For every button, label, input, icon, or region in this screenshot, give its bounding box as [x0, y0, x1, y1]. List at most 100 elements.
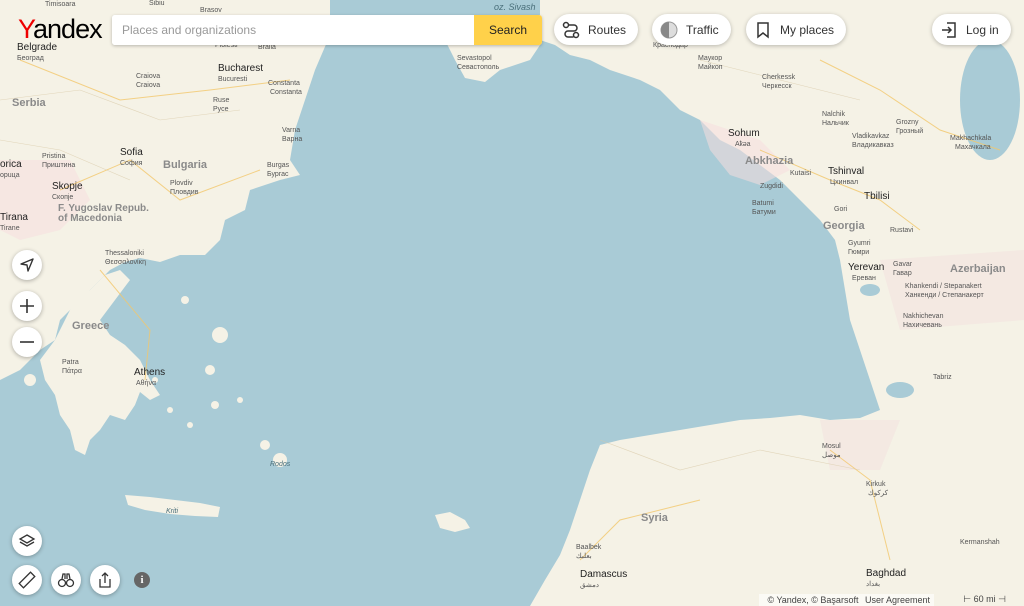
locate-button[interactable] [12, 250, 42, 280]
search-bar: Search [112, 15, 542, 45]
label-thessaloniki-sub: Θεσσαλονίκη [105, 259, 146, 266]
label-vladikavkaz: Vladikavkaz [852, 133, 890, 140]
label-makhachkala: Makhachkala [950, 135, 992, 142]
label-athens: Athens [134, 367, 166, 378]
label-makhachkala-sub: Махачкала [955, 144, 991, 151]
layers-button[interactable] [12, 526, 42, 556]
label-ruse: Ruse [213, 97, 230, 104]
ruler-button[interactable] [12, 565, 42, 595]
label-craiova: Craiova [136, 73, 161, 80]
label-mosul-sub: موصل [822, 452, 841, 459]
label-baalbek-sub: بعلبك [576, 553, 592, 560]
label-brasov: Brasov [200, 7, 222, 14]
label-rustavi: Rustavi [890, 227, 914, 234]
label-bucharest: Bucharest [218, 63, 264, 74]
myplaces-button[interactable]: My places [746, 14, 847, 45]
label-gavar: Gavar [893, 261, 913, 268]
label-bucurest: Bucuresti [218, 76, 248, 83]
share-icon [99, 572, 111, 588]
label-sohum: Sohum [728, 128, 760, 139]
label-burgas-sub: Бургас [267, 171, 289, 178]
label-kirkuk-sub: كركوك [868, 490, 888, 497]
label-gyumri: Gyumri [848, 240, 871, 247]
search-button[interactable]: Search [474, 15, 542, 45]
label-gavar-sub: Гавар [893, 270, 912, 277]
label-constanta-sub: Constanta [270, 89, 302, 96]
traffic-button[interactable]: Traffic [652, 14, 731, 45]
label-belgrade-sub: Београд [17, 55, 44, 62]
label-damascus-sub: دمشق [580, 582, 599, 589]
location-arrow-icon [20, 258, 34, 272]
yandex-logo[interactable]: Yandex [18, 14, 103, 45]
label-gyumri-sub: Гюмри [848, 249, 870, 256]
label-sibiu: Sibiu [149, 0, 165, 7]
label-nakhichevan: Nakhichevan [903, 313, 944, 320]
label-yerevan: Yerevan [848, 262, 885, 273]
traffic-icon [660, 21, 678, 38]
label-craiova-sub: Craiova [136, 82, 161, 89]
logo-text: andex [33, 14, 103, 44]
routes-button[interactable]: Routes [554, 14, 639, 45]
label-cherkessk-sub: Черкесск [762, 83, 792, 90]
login-icon [942, 21, 956, 38]
label-orica: orica [0, 159, 22, 170]
label-sohum-sub: Аҟəа [735, 141, 751, 148]
label-baalbek: Baalbek [576, 544, 602, 551]
label-azerbaijan: Azerbaijan [950, 263, 1006, 275]
info-icon[interactable]: i [134, 572, 150, 588]
label-khankendi-sub: Ханкенди / Степанакерт [905, 292, 984, 299]
plus-icon [20, 299, 34, 313]
search-input[interactable] [112, 15, 474, 45]
bookmark-icon [757, 21, 769, 39]
layers-icon [18, 534, 36, 547]
label-yerevan-sub: Ереван [852, 275, 876, 282]
label-baghdad-sub: بغداد [866, 581, 881, 588]
scale-bar: ⊢ 60 mi ⊣ [963, 594, 1006, 604]
label-greece: Greece [72, 320, 110, 332]
map-canvas[interactable] [0, 0, 1024, 606]
label-plovdiv-sub: Пловдив [170, 189, 199, 196]
label-macedonia: F. Yugoslav Repub. of Macedonia [58, 203, 149, 224]
label-batumi: Batumi [752, 200, 774, 207]
label-damascus: Damascus [580, 569, 628, 580]
label-sevastopol: Sevastopol [457, 55, 492, 62]
label-sofia: Sofia [120, 147, 143, 158]
routes-icon [562, 21, 580, 38]
label-varna-sub: Варна [282, 136, 303, 143]
label-plovdiv: Plovdiv [170, 180, 193, 187]
label-nalchik: Nalchik [822, 111, 845, 118]
share-button[interactable] [90, 565, 120, 595]
map-footer: © Yandex, © Başarsoft User Agreement [759, 594, 934, 606]
scale-label: 60 mi [973, 594, 996, 604]
binoculars-icon [57, 573, 75, 588]
label-kermanshah: Kermanshah [960, 539, 1000, 546]
zoom-out-button[interactable] [12, 327, 42, 357]
label-georgia: Georgia [823, 220, 865, 232]
label-skopje: Skopje [52, 181, 83, 192]
login-button[interactable]: Log in [932, 14, 1011, 45]
label-timisoara: Timisoara [45, 1, 76, 8]
traffic-label: Traffic [686, 22, 719, 37]
label-tshinval-sub: Цхинвал [830, 179, 859, 186]
panorama-button[interactable] [51, 565, 81, 595]
label-athens-sub: Αθήνα [136, 380, 157, 387]
ruler-icon [18, 571, 36, 589]
label-pristina: Pristina [42, 153, 66, 160]
label-zugdidi: Zugdidi [760, 183, 783, 190]
label-patra-sub: Πάτρα [62, 368, 82, 375]
label-cherkessk: Cherkessk [762, 74, 796, 81]
label-baghdad: Baghdad [866, 568, 907, 579]
label-ruse-sub: Русе [213, 106, 229, 113]
label-kutaisi: Kutaisi [790, 170, 812, 177]
label-vladikavkaz-sub: Владикавказ [852, 142, 894, 149]
user-agreement-link[interactable]: User Agreement [865, 595, 930, 605]
zoom-in-button[interactable] [12, 291, 42, 321]
label-tirana: Tirana [0, 212, 28, 223]
label-maukop: Маукор [698, 55, 723, 62]
label-varna: Varna [282, 127, 301, 134]
login-label: Log in [966, 22, 999, 37]
label-nalchik-sub: Нальчик [822, 120, 849, 127]
copyright-text: © Yandex, © Başarsoft [767, 595, 859, 605]
label-tbilisi: Tbilisi [864, 191, 890, 202]
label-khankendi: Khankendi / Stepanakert [905, 283, 982, 290]
